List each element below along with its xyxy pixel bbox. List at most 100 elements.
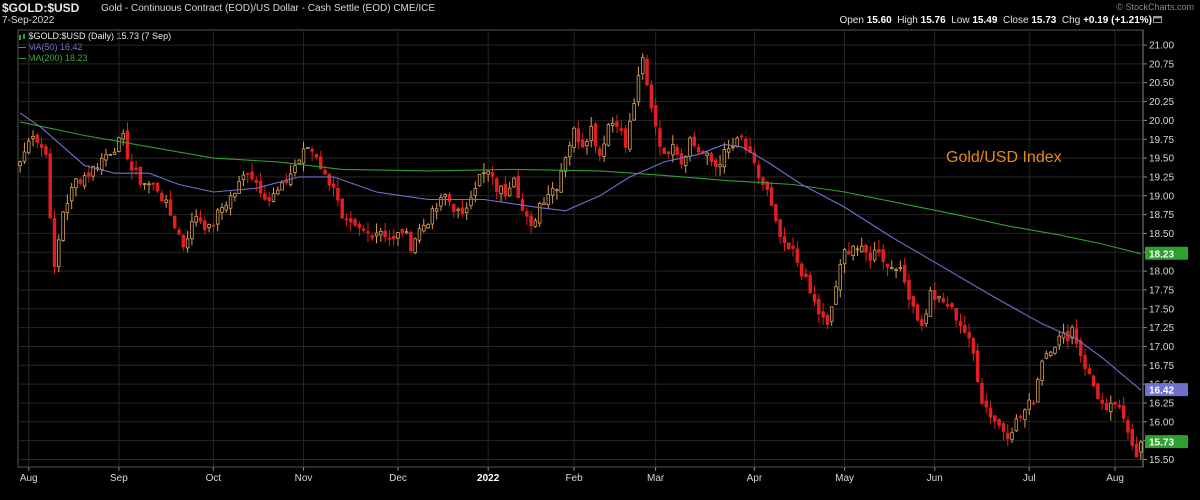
- candle-body: [546, 194, 551, 206]
- candle-body: [61, 211, 65, 241]
- candle-body: [293, 165, 297, 173]
- y-tick-label: 20.75: [1149, 59, 1174, 70]
- candle-body: [954, 308, 958, 321]
- candle-body: [1040, 360, 1044, 381]
- candle-body: [636, 75, 641, 103]
- candle-body: [65, 202, 70, 214]
- candle-body: [834, 286, 838, 305]
- candle-body: [756, 164, 761, 179]
- candle-body: [1139, 441, 1143, 453]
- candle-body: [1044, 353, 1049, 359]
- candle-body: [744, 138, 748, 150]
- candle-body: [336, 188, 340, 201]
- candle-body: [490, 172, 495, 177]
- candle-body: [593, 123, 598, 147]
- candle-body: [469, 197, 473, 206]
- candle-body: [57, 239, 61, 267]
- candle-body: [967, 332, 971, 339]
- candle-body: [207, 224, 211, 228]
- candle-body: [726, 148, 731, 153]
- y-tick-label: 21.00: [1149, 41, 1174, 52]
- candle-body: [250, 171, 254, 180]
- candle-body: [610, 122, 615, 127]
- candle-body: [125, 130, 130, 160]
- candle-body: [585, 141, 589, 147]
- candle-body: [915, 304, 920, 321]
- candle-body: [18, 161, 22, 167]
- candle-body: [39, 144, 44, 148]
- candle-body: [271, 193, 276, 202]
- candle-body: [945, 304, 950, 307]
- candle-body: [413, 238, 417, 254]
- candle-body: [920, 319, 924, 327]
- candle-body: [233, 192, 237, 198]
- candle-body: [27, 140, 31, 154]
- y-tick-label: 17.50: [1149, 304, 1174, 315]
- candle-body: [379, 230, 383, 236]
- candle-body: [860, 245, 864, 253]
- candle-body: [1117, 404, 1122, 408]
- candle-body: [1010, 432, 1014, 440]
- candle-body: [1130, 429, 1134, 447]
- candle-body: [675, 146, 679, 155]
- ma200-line: [19, 121, 1142, 255]
- y-tick-label: 18.50: [1149, 229, 1174, 240]
- candle-body: [464, 207, 469, 214]
- candle-body: [387, 237, 392, 240]
- candle-body: [331, 183, 336, 188]
- candle-body: [383, 230, 387, 238]
- candle-body: [628, 120, 632, 150]
- candle-body: [353, 219, 357, 226]
- x-tick-label: Nov: [295, 473, 313, 484]
- x-tick-label: May: [835, 473, 854, 484]
- candle-body: [933, 289, 937, 301]
- candle-body: [997, 419, 1001, 426]
- candle-body: [911, 296, 916, 307]
- x-tick-label: Aug: [1106, 473, 1124, 484]
- candle-body: [1083, 355, 1087, 369]
- candle-body: [82, 175, 87, 187]
- candle-body: [1121, 405, 1126, 419]
- candle-body: [396, 232, 400, 239]
- candle-body: [1096, 383, 1100, 400]
- candle-body: [838, 264, 843, 291]
- candle-body: [1100, 400, 1104, 404]
- candle-body: [679, 153, 684, 165]
- candle-body: [799, 263, 804, 277]
- candle-body: [688, 137, 692, 157]
- y-tick-label: 17.75: [1149, 285, 1174, 296]
- candle-body: [31, 135, 35, 139]
- candle-body: [473, 188, 478, 196]
- candle-body: [881, 249, 885, 262]
- candle-body: [958, 321, 963, 327]
- price-label: 18.23: [1149, 249, 1174, 260]
- candle-body: [851, 245, 855, 256]
- candle-body: [357, 223, 362, 229]
- price-chart[interactable]: 21.00 20.75 20.50 20.25 20.00 19.75 19.50 19.25…: [0, 0, 1200, 500]
- candle-body: [155, 182, 160, 192]
- candle-body: [718, 164, 722, 168]
- y-tick-label: 15.50: [1149, 455, 1174, 466]
- x-tick-label: 2022: [477, 473, 500, 484]
- candle-body: [550, 187, 555, 196]
- candle-body: [1091, 375, 1096, 387]
- candle-body: [99, 157, 104, 170]
- candle-body: [121, 133, 125, 140]
- candle-body: [404, 231, 409, 234]
- candle-body: [460, 207, 465, 214]
- candle-body: [568, 145, 572, 158]
- candle-body: [533, 220, 538, 227]
- candle-body: [35, 134, 40, 143]
- candle-body: [512, 177, 516, 188]
- candle-body: [134, 167, 138, 170]
- candle-body: [44, 146, 48, 155]
- candle-body: [422, 224, 426, 232]
- candle-body: [817, 298, 821, 315]
- candle-body: [714, 159, 718, 167]
- candle-body: [537, 202, 542, 224]
- candle-body: [580, 139, 585, 148]
- candle-body: [374, 232, 379, 237]
- candle-body: [641, 57, 645, 75]
- candle-body: [855, 248, 860, 251]
- candle-body: [950, 303, 954, 308]
